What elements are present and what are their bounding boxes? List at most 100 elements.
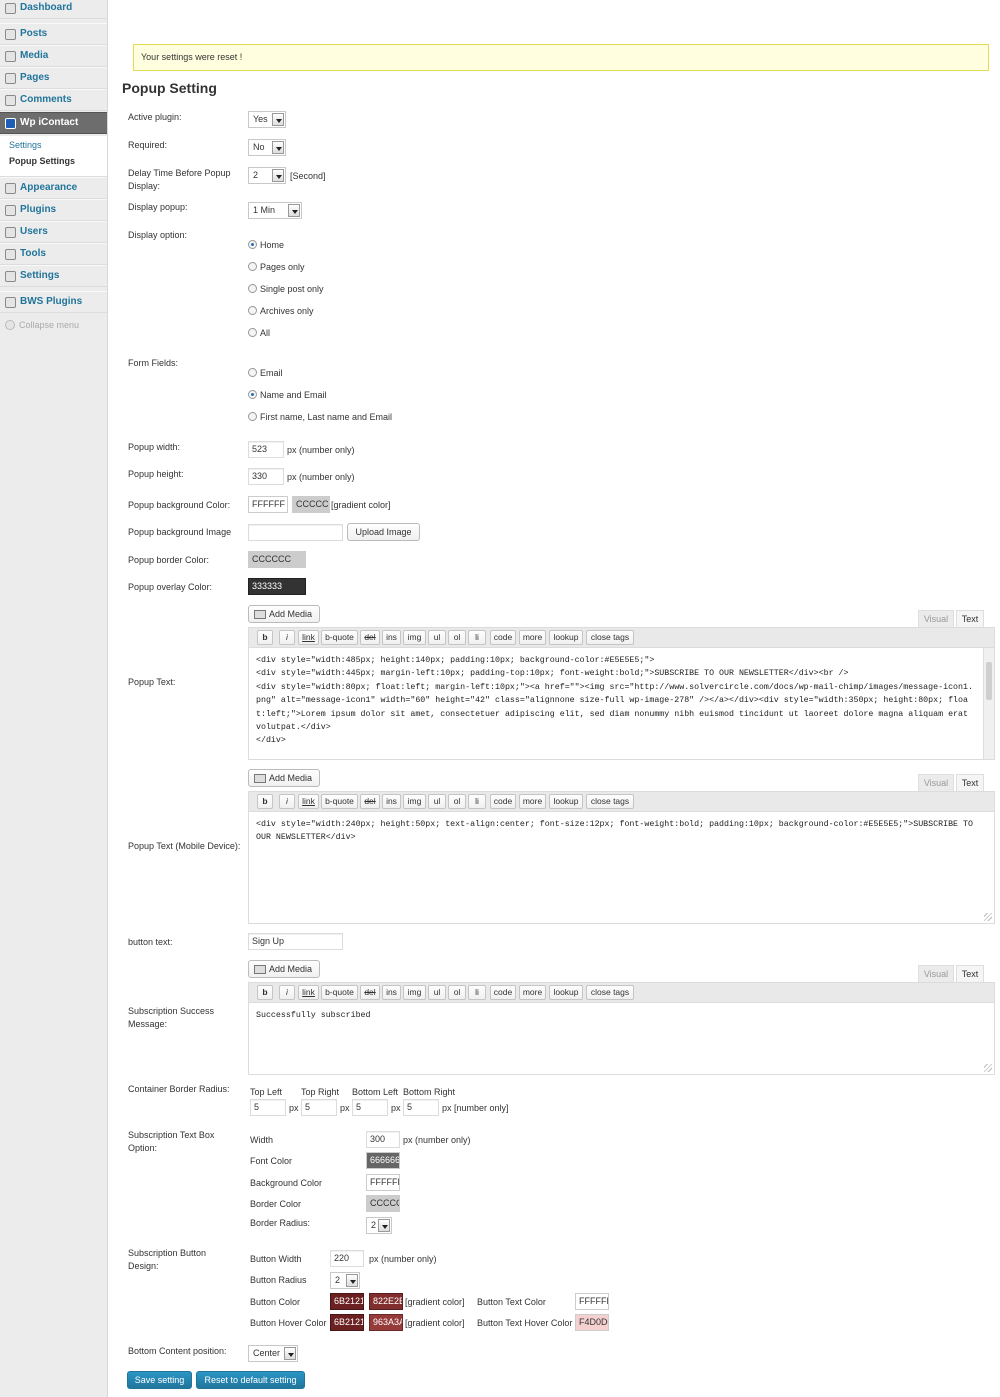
qt-more[interactable]: more [519,794,546,809]
btn-hover-input[interactable]: 6B2121 [330,1314,364,1331]
tab-visual-success[interactable]: Visual [918,965,954,982]
bottom-position-select[interactable]: Center [248,1345,298,1362]
popup-text-editor[interactable]: <div style="width:485px; height:140px; p… [248,648,995,760]
bg-color-input[interactable]: FFFFFF [248,496,288,513]
menu-users[interactable]: Users [0,221,107,243]
qt-del[interactable]: del [360,794,380,809]
submenu-popup-settings[interactable]: Popup Settings [9,156,75,166]
qt-code[interactable]: code [490,794,516,809]
upload-image-button[interactable]: Upload Image [347,523,420,541]
add-media-button-success[interactable]: Add Media [248,960,320,978]
resize-handle[interactable] [984,1064,992,1072]
qt-li[interactable]: li [468,985,486,1000]
qt-ins[interactable]: ins [382,630,401,645]
qt-italic[interactable]: i [279,630,295,645]
bg-gradient-input[interactable]: CCCCC [292,496,330,513]
display-popup-select[interactable]: 1 Min [248,202,302,219]
tb-width-input[interactable]: 300 [366,1131,400,1148]
menu-settings[interactable]: Settings [0,265,107,287]
qt-ins[interactable]: ins [382,985,401,1000]
overlay-color-input[interactable]: 333333 [248,578,306,595]
qt-li[interactable]: li [468,794,486,809]
radio-single-post[interactable]: Single post only [248,283,324,295]
btn-color-input[interactable]: 6B2121 [330,1293,364,1310]
menu-appearance[interactable]: Appearance [0,177,107,199]
qt-bquote[interactable]: b-quote [321,630,358,645]
btn-radius-select[interactable]: 2 [330,1272,360,1289]
tb-bg-color-input[interactable]: FFFFFF [366,1174,400,1191]
qt-more[interactable]: more [519,630,546,645]
radio-full-name-email[interactable]: First name, Last name and Email [248,411,392,423]
border-color-input[interactable]: CCCCCC [248,551,306,568]
qt-bold[interactable]: b [257,794,273,809]
qt-lookup[interactable]: lookup [549,630,583,645]
qt-bquote[interactable]: b-quote [321,794,358,809]
qt-del[interactable]: del [360,985,380,1000]
menu-media[interactable]: Media [0,45,107,67]
qt-link[interactable]: link [298,985,319,1000]
menu-tools[interactable]: Tools [0,243,107,265]
tb-border-color-input[interactable]: CCCCCC [366,1195,400,1212]
radio-all[interactable]: All [248,327,270,339]
add-media-button[interactable]: Add Media [248,605,320,623]
popup-width-input[interactable]: 523 [248,441,284,458]
radius-top-left-input[interactable]: 5 [250,1099,286,1116]
radio-archives[interactable]: Archives only [248,305,314,317]
btn-color2-input[interactable]: 822E2E [369,1293,403,1310]
btn-width-input[interactable]: 220 [330,1250,364,1267]
btn-hover2-input[interactable]: 963A3A [369,1314,403,1331]
tb-border-radius-select[interactable]: 2 [366,1217,392,1234]
mobile-text-editor[interactable]: <div style="width:240px; height:50px; te… [248,812,995,924]
qt-bold[interactable]: b [257,985,273,1000]
menu-wp-icontact[interactable]: Wp iContact [0,112,107,134]
tab-text-mobile[interactable]: Text [956,774,984,791]
qt-img[interactable]: img [403,794,426,809]
radio-home[interactable]: Home [248,239,284,251]
resize-handle[interactable] [984,913,992,921]
qt-italic[interactable]: i [279,985,295,1000]
qt-li[interactable]: li [468,630,486,645]
menu-dashboard[interactable]: Dashboard [0,0,107,19]
qt-link[interactable]: link [298,794,319,809]
popup-height-input[interactable]: 330 [248,468,284,485]
qt-img[interactable]: img [403,985,426,1000]
menu-pages[interactable]: Pages [0,67,107,89]
menu-bws-plugins[interactable]: BWS Plugins [0,291,107,313]
radio-name-email[interactable]: Name and Email [248,389,327,401]
qt-ul[interactable]: ul [428,630,446,645]
qt-code[interactable]: code [490,630,516,645]
qt-ol[interactable]: ol [448,630,466,645]
menu-posts[interactable]: Posts [0,23,107,45]
required-select[interactable]: No [248,139,286,156]
qt-ul[interactable]: ul [428,794,446,809]
radius-bottom-right-input[interactable]: 5 [403,1099,439,1116]
button-text-input[interactable]: Sign Up [248,933,343,950]
tab-text[interactable]: Text [956,610,984,627]
menu-plugins[interactable]: Plugins [0,199,107,221]
editor-scrollbar[interactable] [983,648,994,759]
qt-code[interactable]: code [490,985,516,1000]
radius-top-right-input[interactable]: 5 [301,1099,337,1116]
success-message-editor[interactable]: Successfully subscribed [248,1003,995,1075]
collapse-menu[interactable]: Collapse menu [5,320,79,330]
menu-comments[interactable]: Comments [0,89,107,111]
btn-text-hover-input[interactable]: F4D0D0 [575,1314,609,1331]
submenu-settings[interactable]: Settings [9,140,42,150]
reset-default-button[interactable]: Reset to default setting [196,1371,305,1389]
qt-ol[interactable]: ol [448,794,466,809]
qt-close-tags[interactable]: close tags [586,630,634,645]
add-media-button-mobile[interactable]: Add Media [248,769,320,787]
radio-pages-only[interactable]: Pages only [248,261,305,273]
delay-select[interactable]: 2 [248,167,286,184]
qt-img[interactable]: img [403,630,426,645]
tab-visual[interactable]: Visual [918,610,954,627]
qt-ul[interactable]: ul [428,985,446,1000]
btn-text-color-input[interactable]: FFFFFF [575,1293,609,1310]
radio-email[interactable]: Email [248,367,283,379]
qt-bold[interactable]: b [257,630,273,645]
bg-image-input[interactable] [248,524,343,541]
qt-bquote[interactable]: b-quote [321,985,358,1000]
qt-close-tags[interactable]: close tags [586,794,634,809]
qt-lookup[interactable]: lookup [549,985,583,1000]
qt-more[interactable]: more [519,985,546,1000]
